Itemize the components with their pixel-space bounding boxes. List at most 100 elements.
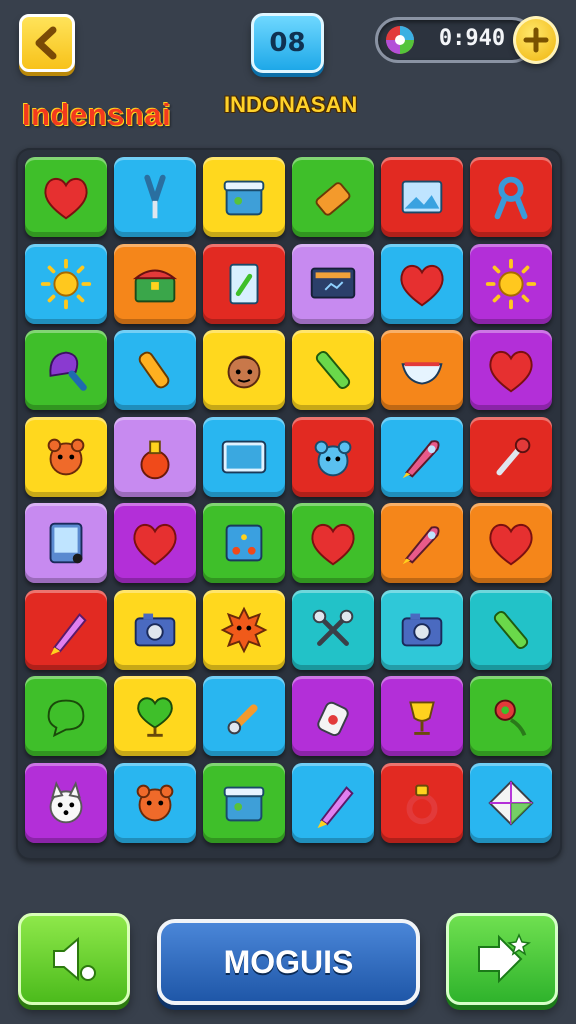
- tile-1-1[interactable]: [25, 157, 107, 237]
- tile-1-3[interactable]: [203, 157, 285, 237]
- marker-icon: [138, 351, 170, 389]
- heart-icon: [133, 523, 177, 566]
- timer-display: 0:940: [375, 17, 535, 63]
- pencil-icon: [50, 612, 87, 655]
- face-icon: [227, 355, 261, 389]
- tile-8-3[interactable]: [203, 762, 285, 843]
- tile-4-6[interactable]: [470, 416, 552, 497]
- back-button[interactable]: [19, 14, 75, 72]
- heart-icon: [489, 523, 533, 566]
- tile-4-1[interactable]: [25, 416, 107, 497]
- tile-2-4[interactable]: [292, 243, 374, 324]
- tile-8-1[interactable]: [25, 762, 107, 843]
- tile-1-4[interactable]: [292, 157, 374, 237]
- rocket-icon: [402, 439, 440, 478]
- add-time-button[interactable]: [513, 16, 559, 64]
- level-title: INDONASAN: [224, 92, 358, 117]
- crayon-icon: [493, 610, 529, 649]
- device-icon: [49, 522, 83, 564]
- tile-6-3[interactable]: [203, 589, 285, 670]
- tile-6-4[interactable]: [292, 589, 374, 670]
- tile-7-4[interactable]: [292, 676, 374, 756]
- sound-button[interactable]: [18, 913, 130, 1005]
- tile-5-3[interactable]: [203, 503, 285, 583]
- tile-2-6[interactable]: [470, 243, 552, 324]
- tile-3-6[interactable]: [470, 330, 552, 410]
- tile-5-5[interactable]: [381, 503, 463, 583]
- plus-icon: [523, 27, 549, 53]
- tile-5-4[interactable]: [292, 503, 374, 583]
- tile-4-2[interactable]: [114, 416, 196, 497]
- moves-button[interactable]: MOGUIS: [157, 919, 420, 1005]
- tile-2-5[interactable]: [381, 243, 463, 324]
- tile-3-3[interactable]: [203, 330, 285, 410]
- tile-2-1[interactable]: [25, 243, 107, 324]
- tile-2-2[interactable]: [114, 243, 196, 324]
- tile-7-3[interactable]: [203, 676, 285, 756]
- can-icon: [317, 701, 349, 737]
- wrench-icon: [227, 704, 258, 735]
- potion-icon: [140, 440, 170, 479]
- color-wheel-icon: [386, 26, 414, 54]
- crossed-tools-icon: [312, 609, 354, 646]
- tile-7-2[interactable]: [114, 676, 196, 756]
- tile-1-2[interactable]: [114, 157, 196, 237]
- sun-icon: [40, 258, 92, 309]
- hint-button[interactable]: [446, 913, 558, 1005]
- speech-bubble-icon: [47, 699, 85, 738]
- tile-8-4[interactable]: [292, 762, 374, 843]
- tile-6-1[interactable]: [25, 589, 107, 670]
- tile-8-2[interactable]: [114, 762, 196, 843]
- player-name: Indensnai: [22, 97, 172, 132]
- heart-trophy-icon: [137, 697, 173, 737]
- tile-3-1[interactable]: [25, 330, 107, 410]
- eraser-icon: [315, 182, 351, 216]
- tile-6-5[interactable]: [381, 589, 463, 670]
- tile-4-3[interactable]: [203, 416, 285, 497]
- tile-5-2[interactable]: [114, 503, 196, 583]
- box-icon: [223, 786, 265, 821]
- tile-6-6[interactable]: [470, 589, 552, 670]
- trophy-icon: [409, 701, 435, 735]
- rocket-icon: [402, 526, 440, 565]
- level-badge: 08: [251, 13, 324, 73]
- tile-7-6[interactable]: [470, 676, 552, 756]
- spiky-monster-icon: [220, 606, 268, 653]
- tile-4-4[interactable]: [292, 416, 374, 497]
- tile-2-3[interactable]: [203, 243, 285, 324]
- brush-icon: [49, 351, 87, 391]
- crayon-icon: [315, 350, 351, 390]
- dog-icon: [49, 780, 83, 823]
- tile-6-2[interactable]: [114, 589, 196, 670]
- diamond-icon: [488, 779, 534, 826]
- pencil-icon: [317, 785, 354, 828]
- heart-icon: [311, 523, 355, 566]
- arrow-sparkle-icon: [478, 933, 532, 984]
- wand-icon: [496, 437, 531, 475]
- tile-1-6[interactable]: [470, 157, 552, 237]
- tile-7-1[interactable]: [25, 676, 107, 756]
- heart-icon: [44, 177, 88, 220]
- moves-button-label: MOGUIS: [223, 943, 354, 980]
- box-icon: [223, 180, 265, 216]
- chevron-left-icon: [35, 26, 57, 60]
- tablet-icon: [221, 440, 267, 473]
- bowl-icon: [401, 362, 443, 385]
- monster-icon: [47, 438, 85, 475]
- heart-icon: [400, 264, 444, 306]
- tile-8-5[interactable]: [381, 762, 463, 843]
- tile-1-5[interactable]: [381, 157, 463, 237]
- speaker-icon: [53, 936, 96, 982]
- tile-4-5[interactable]: [381, 416, 463, 497]
- game-board: [16, 148, 562, 860]
- tile-3-5[interactable]: [381, 330, 463, 410]
- tile-5-1[interactable]: [25, 503, 107, 583]
- tile-7-5[interactable]: [381, 676, 463, 756]
- ring-icon: [406, 784, 438, 824]
- game-board-icon: [225, 524, 263, 562]
- tile-5-6[interactable]: [470, 503, 552, 583]
- picture-icon: [401, 180, 443, 214]
- tile-8-6[interactable]: [470, 762, 552, 843]
- tile-3-4[interactable]: [292, 330, 374, 410]
- tile-3-2[interactable]: [114, 330, 196, 410]
